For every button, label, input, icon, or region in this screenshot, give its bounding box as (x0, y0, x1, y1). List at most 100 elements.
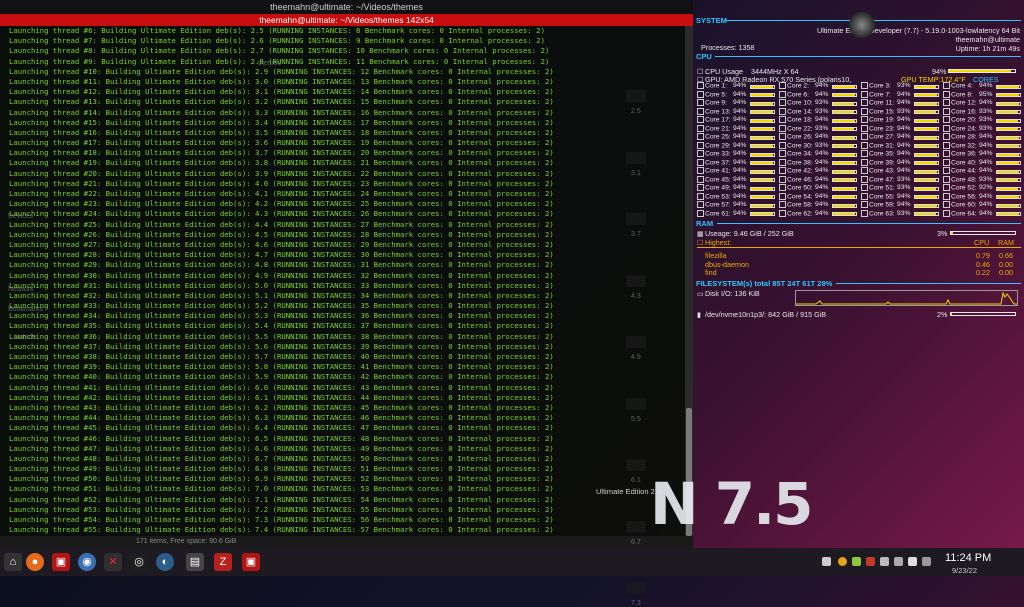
core-usage-bar (914, 101, 939, 106)
task-terminal2-icon[interactable]: ▣ (242, 553, 260, 571)
ghost-version-label: 4.3 (631, 292, 641, 300)
steam-launcher-icon[interactable]: ◎ (130, 553, 148, 571)
terminal-line: Launching thread #25: Building Ultimate … (9, 219, 554, 229)
core-name: Core 7: (869, 90, 891, 98)
ghost-label-network: Network (8, 286, 34, 293)
tray-battery-icon[interactable] (894, 557, 903, 566)
highest-rule (697, 247, 1021, 248)
core-name: Core 38: (787, 158, 813, 166)
disk-io-graph (795, 290, 1018, 306)
browser-launcher-icon[interactable]: ◉ (78, 553, 96, 571)
core-percent: 93% (815, 107, 829, 115)
core-icon (779, 141, 786, 149)
core-name: Core 53: (705, 192, 731, 200)
core-usage-row: Core 22: 93% (779, 124, 861, 134)
core-percent: 94% (815, 175, 829, 183)
core-name: Core 42: (787, 167, 813, 175)
core-name: Core 39: (869, 158, 895, 166)
core-usage-row: Core 31: 94% (861, 141, 943, 151)
terminal-line: Launching thread #30: Building Ultimate … (9, 270, 554, 280)
terminal-line: Launching thread #37: Building Ultimate … (9, 341, 554, 351)
terminal-line: Launching thread #39: Building Ultimate … (9, 362, 554, 372)
core-name: Core 21: (705, 124, 731, 132)
core-usage-bar (832, 195, 857, 199)
core-usage-row: Core 46: 94% (779, 175, 861, 185)
core-icon (943, 82, 950, 89)
core-percent: 93% (979, 175, 993, 183)
core-usage-row: Core 64: 94% (943, 209, 1024, 219)
core-percent: 94% (733, 201, 747, 208)
core-name: Core 45: (705, 175, 731, 183)
core-icon (779, 192, 786, 200)
core-icon (861, 184, 868, 191)
core-name: Core 57: (705, 201, 731, 209)
core-usage-bar (832, 161, 857, 165)
core-name: Core 58: (787, 201, 813, 209)
tray-app-icon[interactable] (852, 557, 861, 566)
terminal-line: Launching thread #14: Building Ultimate … (9, 107, 554, 117)
terminal-line: Launching thread #41: Building Ultimate … (9, 382, 554, 392)
core-percent: 94% (979, 201, 993, 208)
tools-launcher-icon[interactable]: ✕ (104, 553, 122, 571)
core-usage-bar (832, 178, 857, 182)
terminal-window-title[interactable]: theemahn@ultimate: ~/Videos/themes (0, 0, 693, 14)
terminal-line: Launching thread #53: Building Ultimate … (9, 504, 554, 514)
core-usage-row: Core 50: 94% (779, 184, 861, 193)
core-percent: 94% (815, 116, 829, 123)
network-launcher-icon[interactable]: ◐ (156, 553, 174, 571)
core-percent: 94% (979, 192, 993, 200)
core-name: Core 10: (787, 99, 813, 107)
task-terminal-icon[interactable]: ▤ (186, 553, 204, 571)
core-icon (861, 175, 868, 183)
core-percent: 94% (815, 90, 829, 98)
show-desktop-icon[interactable]: ⌂ (4, 553, 22, 571)
disk-path: /dev/nvme10n1p3/: 842 GiB / 915 GiB (705, 310, 827, 319)
core-usage-row: Core 54: 94% (779, 192, 861, 202)
clock-date[interactable]: 9/23/22 (952, 566, 977, 575)
core-icon (779, 201, 786, 208)
terminal-line: Launching thread #29: Building Ultimate … (9, 260, 554, 270)
core-usage-bar (914, 110, 939, 114)
core-usage-row: Core 49: 94% (697, 184, 779, 193)
core-percent: 94% (979, 133, 993, 140)
clock-time[interactable]: 11:24 PM (945, 552, 991, 564)
tray-clipboard-icon[interactable] (880, 557, 889, 566)
core-percent: 94% (733, 167, 747, 174)
core-name: Core 30: (787, 141, 813, 149)
core-usage-row: Core 2: 94% (779, 82, 861, 91)
core-percent: 94% (897, 116, 911, 123)
core-name: Core 34: (787, 150, 813, 158)
tray-chrome-icon[interactable] (838, 557, 847, 566)
filesystem-header: FILESYSTEM(s) total 85T 24T 61T 28% (696, 279, 833, 288)
core-icon (861, 150, 868, 157)
terminal-tab-title[interactable]: theemahn@ultimate: ~/Videos/themes 142x5… (0, 14, 693, 26)
tray-up-arrow-icon[interactable] (822, 557, 831, 566)
core-name: Core 29: (705, 141, 731, 149)
core-usage-bar (914, 195, 939, 199)
core-percent: 94% (815, 158, 829, 166)
filezilla-task-icon[interactable]: Z (214, 553, 232, 571)
core-name: Core 49: (705, 184, 731, 192)
core-name: Core 47: (869, 175, 895, 183)
core-percent: 94% (733, 192, 747, 200)
core-usage-row: Core 52: 92% (943, 184, 1024, 193)
core-percent: 94% (815, 184, 829, 191)
core-percent: 94% (733, 150, 747, 157)
app-menu-icon[interactable]: ● (26, 553, 44, 571)
core-usage-bar (750, 110, 775, 114)
tray-flag-icon[interactable] (866, 557, 875, 566)
core-name: Core 9: (705, 99, 727, 107)
ram-header: RAM (696, 219, 714, 228)
terminal-launcher-icon[interactable]: ▣ (52, 553, 70, 571)
ghost-label-bookmarks: Bookmarks (8, 306, 44, 313)
terminal-line: Launching thread #7: Building Ultimate E… (9, 36, 545, 46)
core-usage-row: Core 18: 94% (779, 116, 861, 125)
core-usage-bar (750, 161, 775, 165)
core-percent: 93% (815, 99, 829, 106)
tray-volume-icon[interactable] (908, 557, 917, 566)
core-name: Core 19: (869, 116, 895, 124)
core-name: Core 46: (787, 175, 813, 183)
core-percent: 94% (733, 116, 747, 123)
tray-network-icon[interactable] (922, 557, 931, 566)
terminal-output[interactable]: Launching thread #6: Building Ultimate E… (0, 26, 685, 536)
